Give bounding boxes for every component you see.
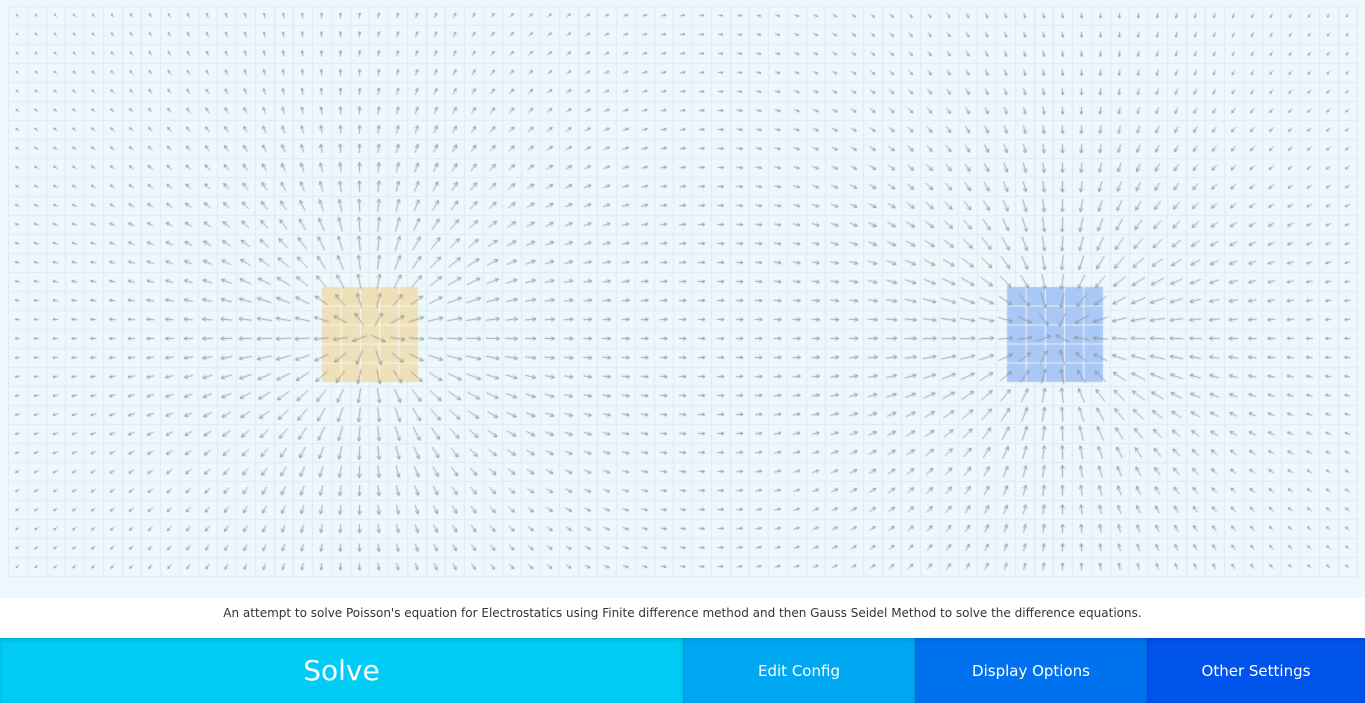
- edit-config-button[interactable]: Edit Config: [683, 638, 915, 703]
- description-text: An attempt to solve Poisson's equation f…: [223, 606, 1142, 620]
- solve-button[interactable]: Solve: [0, 638, 683, 703]
- electric-field-canvas[interactable]: [0, 0, 1365, 598]
- bottom-toolbar: Solve Edit Config Display Options Other …: [0, 638, 1365, 703]
- field-canvas-area[interactable]: [0, 0, 1365, 598]
- other-settings-button[interactable]: Other Settings: [1147, 638, 1365, 703]
- display-options-button[interactable]: Display Options: [915, 638, 1147, 703]
